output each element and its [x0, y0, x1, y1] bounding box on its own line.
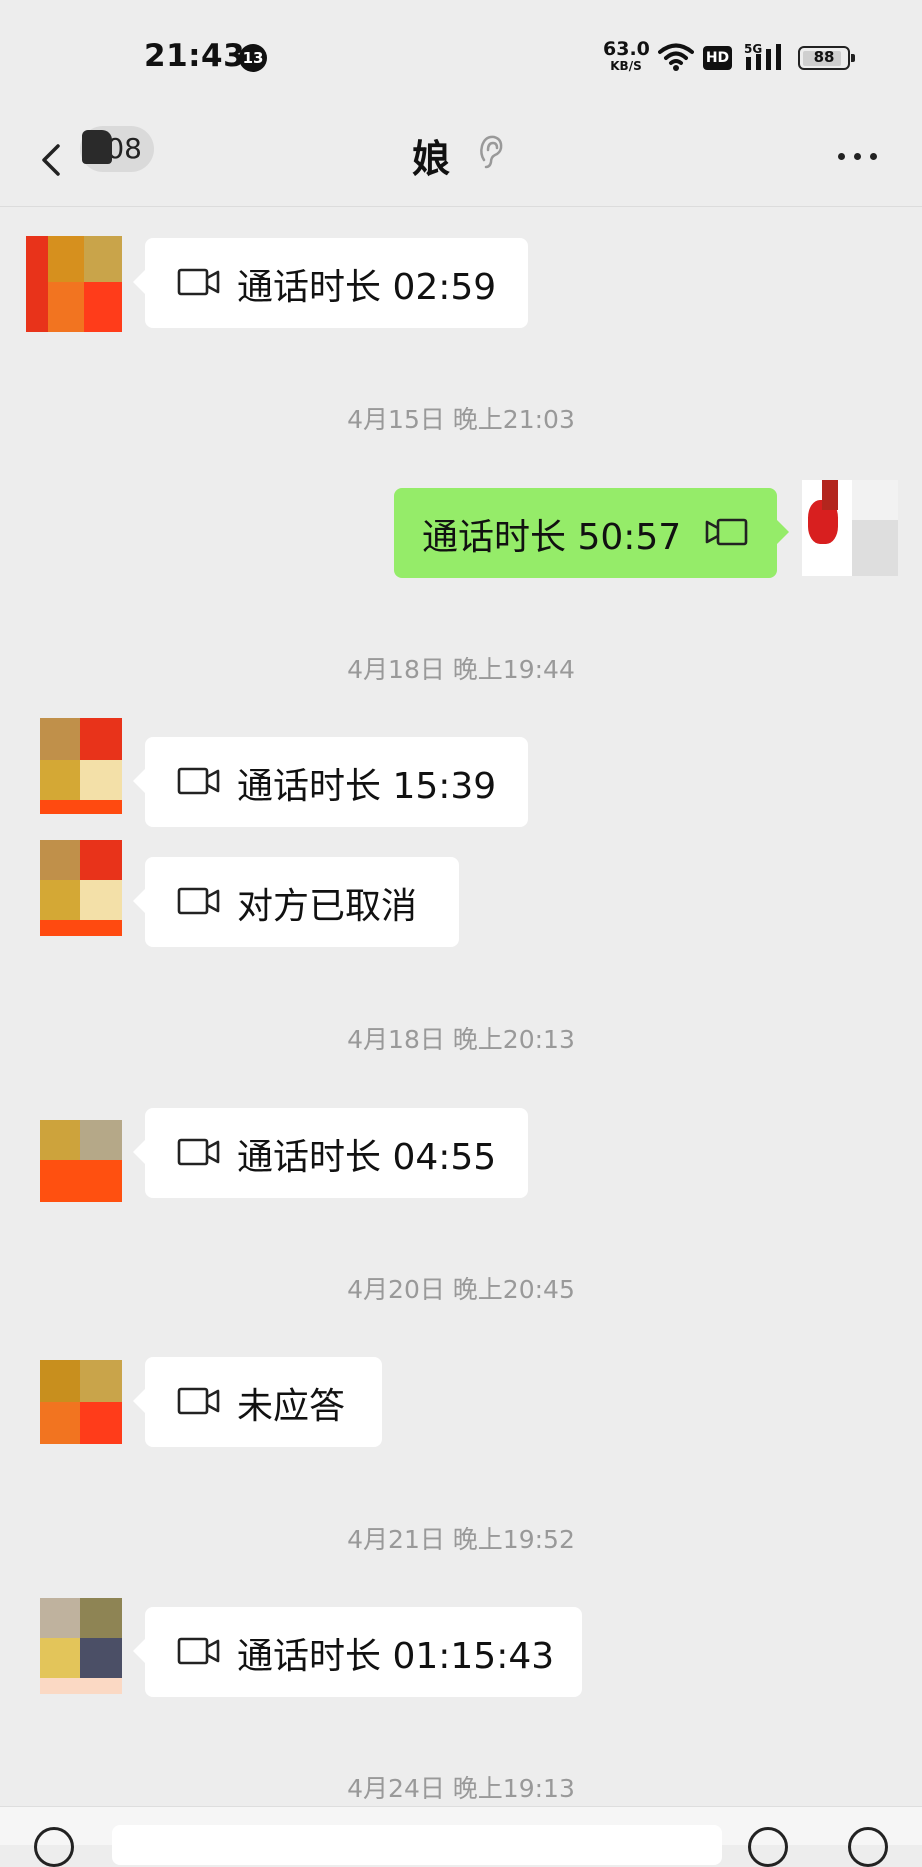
video-camera-icon [177, 887, 220, 915]
cellular-signal-icon: 5G [744, 42, 781, 70]
contact-avatar[interactable] [26, 718, 122, 814]
battery-icon: 88 [798, 46, 855, 70]
chat-title: 娘 [412, 137, 451, 181]
message-timestamp: 4月20日 晚上20:45 [347, 1275, 575, 1304]
video-camera-icon [177, 1637, 220, 1665]
call-record-text: 对方已取消 [237, 886, 418, 927]
more-dots-icon[interactable] [834, 138, 882, 178]
plus-icon[interactable] [848, 1827, 888, 1867]
call-record-bubble-outgoing[interactable]: 通话时长 50:57 [394, 488, 789, 578]
call-record-text: 通话时长 01:15:43 [237, 1636, 555, 1677]
contact-avatar[interactable] [26, 1598, 122, 1694]
call-record-bubble[interactable]: 未应答 [133, 1357, 382, 1447]
video-camera-icon [177, 767, 220, 795]
chevron-left-icon[interactable] [32, 130, 72, 190]
my-avatar[interactable] [802, 480, 898, 576]
video-camera-icon [705, 518, 748, 546]
video-camera-icon [177, 1387, 220, 1415]
battery-level: 88 [813, 48, 835, 66]
call-record-text: 通话时长 02:59 [237, 267, 497, 308]
hd-voice-icon: HD [703, 46, 732, 70]
status-bar: 21:43 13 63.0 KB/S HD 5G 88 [0, 0, 922, 112]
network-speed: 63.0 KB/S [603, 38, 650, 73]
wifi-icon [658, 43, 694, 71]
network-speed-value: 63.0 [603, 38, 650, 60]
redaction-blot [82, 130, 112, 164]
call-record-text: 通话时长 15:39 [237, 766, 497, 807]
emoji-icon[interactable] [748, 1827, 788, 1867]
call-record-bubble[interactable]: 通话时长 04:55 [133, 1108, 528, 1198]
message-timestamp: 4月24日 晚上19:13 [347, 1774, 575, 1803]
unread-count-button[interactable]: 08 [80, 126, 154, 172]
video-camera-icon [177, 1138, 220, 1166]
contact-avatar[interactable] [26, 1106, 122, 1202]
ear-icon [480, 135, 503, 169]
contact-avatar[interactable] [26, 1356, 122, 1452]
contact-avatar[interactable] [26, 236, 122, 332]
message-timestamp: 4月21日 晚上19:52 [347, 1525, 575, 1554]
call-record-bubble[interactable]: 通话时长 15:39 [133, 737, 528, 827]
message-timestamp: 4月15日 晚上21:03 [347, 405, 575, 434]
contact-avatar[interactable] [26, 840, 122, 936]
chat-input-bar [0, 1806, 922, 1867]
video-camera-icon [177, 268, 220, 296]
status-time: 21:43 [144, 38, 246, 74]
notification-count-badge: 13 [239, 44, 267, 72]
message-input[interactable] [112, 1825, 722, 1865]
call-record-bubble[interactable]: 通话时长 01:15:43 [133, 1607, 582, 1697]
voice-input-icon[interactable] [34, 1827, 74, 1867]
message-timestamp: 4月18日 晚上20:13 [347, 1025, 575, 1054]
call-record-bubble[interactable]: 对方已取消 [133, 857, 459, 947]
call-record-text: 未应答 [237, 1386, 346, 1427]
call-record-bubble[interactable]: 通话时长 02:59 [133, 238, 528, 328]
call-record-text: 通话时长 50:57 [422, 517, 682, 558]
network-type-label: 5G [744, 42, 762, 56]
network-speed-unit: KB/S [610, 59, 642, 73]
call-record-text: 通话时长 04:55 [237, 1137, 497, 1178]
message-timestamp: 4月18日 晚上19:44 [347, 655, 575, 684]
chat-header: 08 娘 [0, 112, 922, 207]
